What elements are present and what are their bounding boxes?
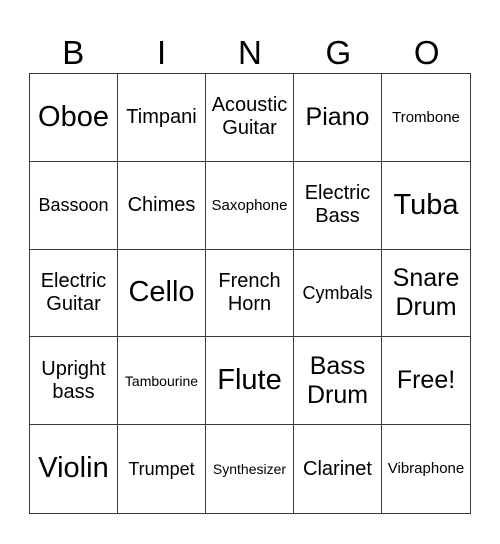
bingo-cell[interactable]: Snare Drum	[382, 250, 470, 338]
bingo-cell[interactable]: Oboe	[30, 74, 118, 162]
bingo-cell[interactable]: Synthesizer	[206, 425, 294, 513]
header-letter-i: I	[157, 34, 167, 71]
bingo-cell[interactable]: Timpani	[118, 74, 206, 162]
bingo-cell[interactable]: Clarinet	[294, 425, 382, 513]
bingo-cell[interactable]: Cymbals	[294, 249, 382, 338]
bingo-cell[interactable]: Violin	[30, 425, 118, 513]
bingo-cell[interactable]: Cello	[118, 249, 206, 338]
bingo-cell[interactable]: Trombone	[382, 74, 470, 162]
bingo-card: B I N G O Oboe Timpani Acoustic Guitar P…	[29, 28, 471, 514]
bingo-cell[interactable]: Piano	[294, 74, 382, 162]
bingo-cell[interactable]: Bassoon	[30, 161, 118, 250]
bingo-cell[interactable]: Saxophone	[206, 161, 294, 250]
bingo-cell[interactable]: Flute	[206, 337, 294, 426]
bingo-cell[interactable]: Electric Bass	[294, 161, 382, 250]
header-letter-b: B	[62, 34, 85, 71]
bingo-cell[interactable]: Bass Drum	[294, 337, 382, 426]
bingo-cell[interactable]: Electric Guitar	[30, 249, 118, 338]
bingo-header: B I N G O	[29, 28, 471, 73]
free-space-cell[interactable]: Free!	[382, 337, 470, 426]
bingo-cell[interactable]: Chimes	[118, 161, 206, 250]
bingo-cell[interactable]: French Horn	[206, 249, 294, 338]
bingo-cell[interactable]: Trumpet	[118, 425, 206, 513]
bingo-cell[interactable]: Tuba	[382, 162, 470, 250]
bingo-grid: Oboe Timpani Acoustic Guitar Piano Tromb…	[29, 73, 471, 514]
header-letter-n: N	[238, 34, 262, 71]
bingo-cell[interactable]: Tambourine	[118, 337, 206, 426]
header-letter-g: G	[325, 34, 352, 71]
bingo-cell[interactable]: Upright bass	[30, 337, 118, 426]
bingo-cell[interactable]: Acoustic Guitar	[206, 74, 294, 162]
header-letter-o: O	[413, 34, 440, 71]
bingo-cell[interactable]: Vibraphone	[382, 425, 470, 513]
